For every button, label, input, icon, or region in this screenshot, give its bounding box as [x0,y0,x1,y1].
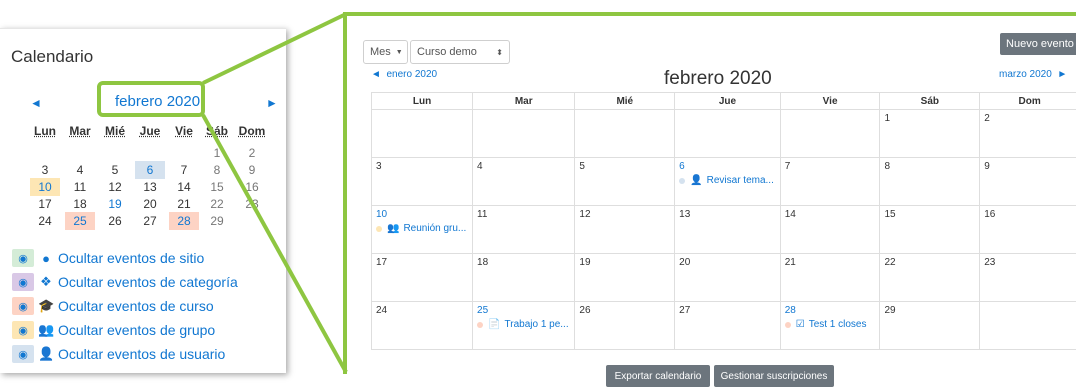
zoom-connector-lines [0,0,1076,374]
connector-line-bottom [203,115,346,372]
connector-line-top [203,14,346,83]
